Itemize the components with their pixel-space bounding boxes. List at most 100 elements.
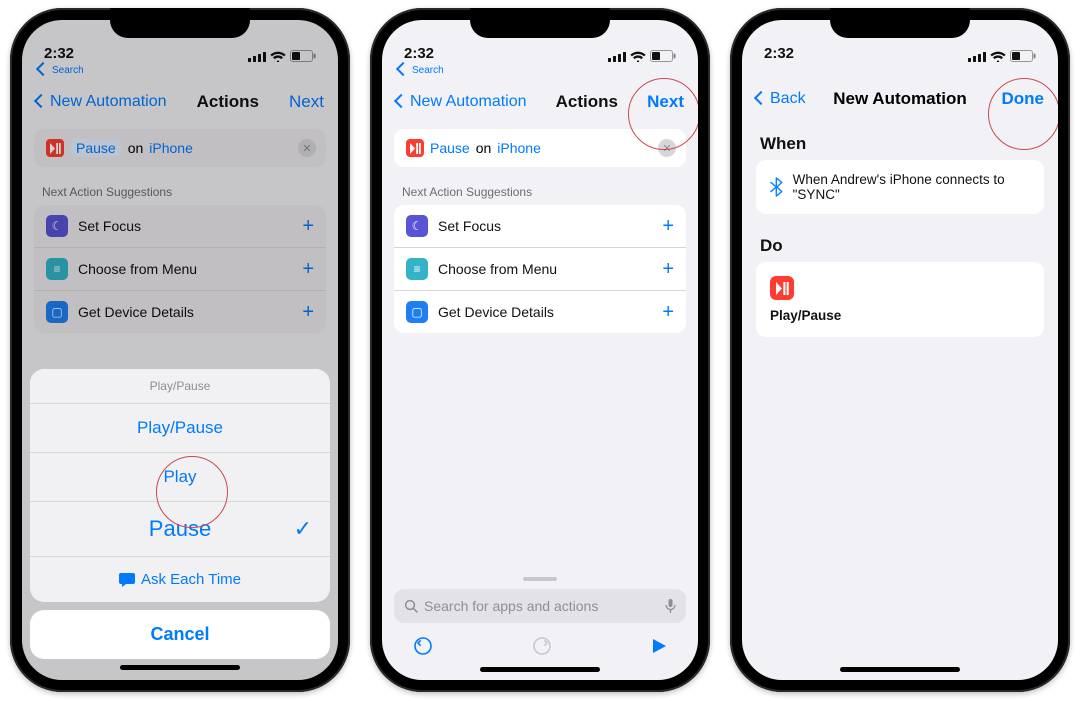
action-sheet: Play/Pause Play/Pause Play Pause ✓ Ask E…: [22, 361, 338, 680]
nav-title: Actions: [556, 92, 618, 112]
add-icon: +: [302, 302, 314, 322]
suggestion-set-focus[interactable]: ☾ Set Focus +: [394, 205, 686, 247]
add-icon: +: [662, 302, 674, 322]
device-token[interactable]: iPhone: [497, 140, 541, 156]
wifi-icon: [630, 51, 646, 62]
check-icon: ✓: [294, 516, 312, 542]
status-time: 2:32: [44, 45, 74, 62]
phone-2: 2:32 Search New Automation Actions Next …: [370, 8, 710, 692]
cellular-icon: [248, 51, 266, 62]
cellular-icon: [608, 51, 626, 62]
add-icon: +: [662, 216, 674, 236]
status-indicators: [248, 50, 316, 62]
nav-back[interactable]: New Automation: [396, 93, 527, 111]
screen-3: 2:32 Back New Automation Done When When …: [742, 20, 1058, 680]
undo-button[interactable]: [412, 635, 434, 657]
when-heading: When: [756, 130, 1044, 160]
breadcrumb-label: Search: [412, 65, 444, 76]
notch: [830, 8, 970, 38]
suggestion-device-details[interactable]: ▢ Get Device Details +: [394, 290, 686, 333]
device-token[interactable]: iPhone: [149, 140, 193, 156]
option-pause-label: Pause: [149, 516, 211, 541]
suggestion-label: Get Device Details: [438, 304, 554, 320]
nav-bar: New Automation Actions Next: [22, 81, 338, 123]
on-word: on: [476, 140, 492, 156]
grabber[interactable]: [523, 577, 557, 581]
option-play[interactable]: Play: [30, 453, 330, 502]
menu-icon: ≡: [406, 258, 428, 280]
suggestion-device-details[interactable]: ▢ Get Device Details +: [34, 290, 326, 333]
device-icon: ▢: [406, 301, 428, 323]
search-input[interactable]: Search for apps and actions: [394, 589, 686, 623]
suggestion-set-focus[interactable]: ☾ Set Focus +: [34, 205, 326, 247]
notch: [110, 8, 250, 38]
mic-icon[interactable]: [665, 599, 676, 614]
suggest-header: Next Action Suggestions: [22, 167, 338, 203]
suggestion-choose-menu[interactable]: ≡ Choose from Menu +: [394, 247, 686, 290]
phone-1: 2:32 Search New Automation Actions Next …: [10, 8, 350, 692]
home-indicator[interactable]: [480, 667, 600, 672]
clear-action-button[interactable]: ✕: [298, 139, 316, 157]
focus-icon: ☾: [406, 215, 428, 237]
home-indicator[interactable]: [120, 665, 240, 670]
do-card[interactable]: Play/Pause: [756, 262, 1044, 337]
playpause-icon: [46, 139, 64, 157]
suggestion-choose-menu[interactable]: ≡ Choose from Menu +: [34, 247, 326, 290]
search-icon: [404, 599, 418, 613]
pause-token[interactable]: Pause: [70, 139, 122, 157]
nav-title: Actions: [197, 92, 259, 112]
ask-icon: [119, 573, 135, 587]
when-text: When Andrew's iPhone connects to "SYNC": [793, 172, 1030, 202]
do-label: Play/Pause: [770, 308, 841, 323]
suggest-header: Next Action Suggestions: [382, 167, 698, 203]
next-button[interactable]: Next: [289, 92, 324, 112]
chevron-left-icon: [38, 64, 50, 77]
run-button[interactable]: [650, 637, 668, 655]
bottom-panel: Search for apps and actions: [382, 573, 698, 680]
wifi-icon: [990, 51, 1006, 62]
home-indicator[interactable]: [840, 667, 960, 672]
battery-icon: [650, 50, 676, 62]
clear-action-button[interactable]: ✕: [658, 139, 676, 157]
nav-back[interactable]: Back: [756, 90, 806, 108]
menu-icon: ≡: [46, 258, 68, 280]
ask-label: Ask Each Time: [141, 571, 241, 588]
playpause-icon: [406, 139, 424, 157]
nav-back[interactable]: New Automation: [36, 93, 167, 111]
done-button[interactable]: Done: [1002, 89, 1045, 109]
phone-3: 2:32 Back New Automation Done When When …: [730, 8, 1070, 692]
next-button[interactable]: Next: [647, 92, 684, 112]
pause-token[interactable]: Pause: [430, 140, 470, 156]
chevron-left-icon: [396, 93, 408, 111]
add-icon: +: [302, 259, 314, 279]
option-pause[interactable]: Pause ✓: [30, 502, 330, 557]
screen-2: 2:32 Search New Automation Actions Next …: [382, 20, 698, 680]
when-card[interactable]: When Andrew's iPhone connects to "SYNC": [756, 160, 1044, 214]
breadcrumb[interactable]: Search: [22, 64, 338, 81]
suggestion-label: Choose from Menu: [78, 261, 197, 277]
chevron-left-icon: [398, 64, 410, 77]
sheet-body: Play/Pause Play/Pause Play Pause ✓ Ask E…: [30, 369, 330, 602]
suggestion-list: ☾ Set Focus + ≡ Choose from Menu + ▢ Get…: [34, 205, 326, 333]
action-card[interactable]: Pause on iPhone ✕: [34, 129, 326, 167]
nav-bar: New Automation Actions Next: [382, 81, 698, 123]
status-time: 2:32: [404, 45, 434, 62]
cancel-button[interactable]: Cancel: [30, 610, 330, 659]
on-word: on: [128, 140, 144, 156]
search-placeholder: Search for apps and actions: [424, 598, 598, 614]
chevron-left-icon: [756, 90, 768, 108]
add-icon: +: [662, 259, 674, 279]
spacer: [382, 333, 698, 573]
device-icon: ▢: [46, 301, 68, 323]
suggestion-label: Choose from Menu: [438, 261, 557, 277]
breadcrumb[interactable]: Search: [382, 64, 698, 81]
option-ask-each-time[interactable]: Ask Each Time: [30, 557, 330, 602]
suggestion-label: Set Focus: [438, 218, 501, 234]
nav-back-label: Back: [770, 90, 806, 108]
action-card[interactable]: Pause on iPhone ✕: [394, 129, 686, 167]
suggestion-label: Get Device Details: [78, 304, 194, 320]
breadcrumb-label: Search: [52, 65, 84, 76]
focus-icon: ☾: [46, 215, 68, 237]
option-playpause[interactable]: Play/Pause: [30, 404, 330, 453]
do-heading: Do: [756, 232, 1044, 262]
